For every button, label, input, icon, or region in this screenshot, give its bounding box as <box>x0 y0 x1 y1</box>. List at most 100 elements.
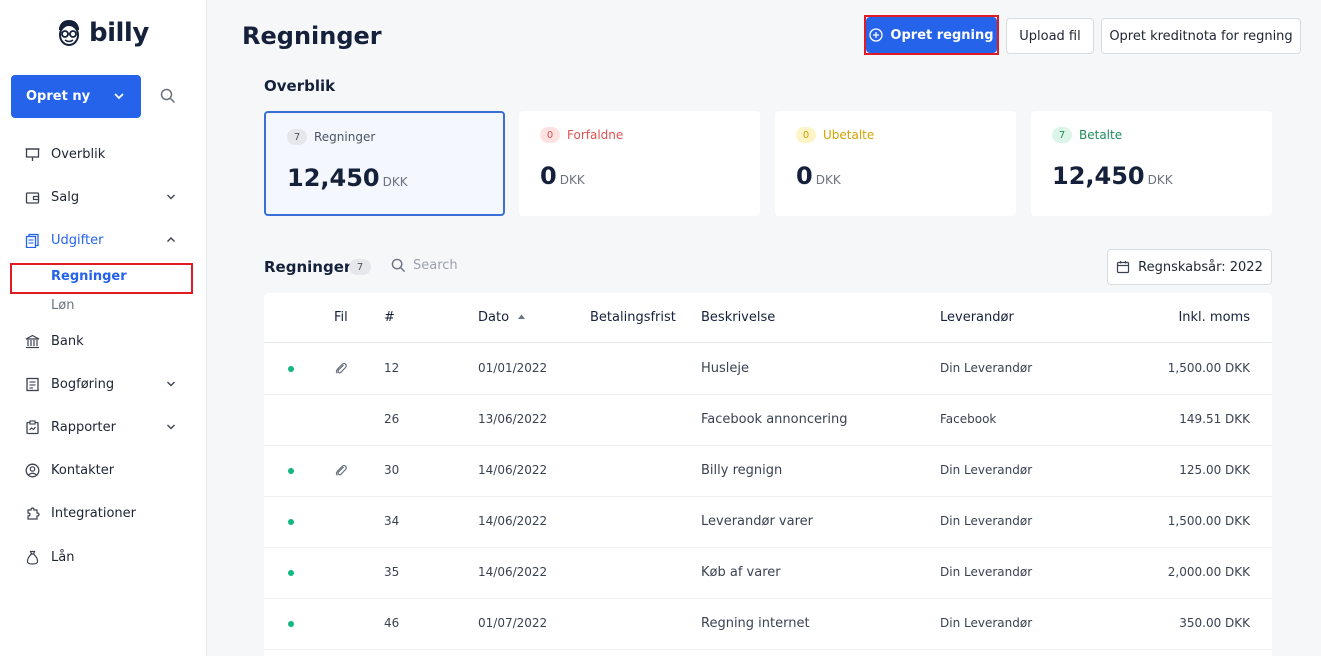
column-header-file[interactable]: Fil <box>334 310 348 325</box>
table-row[interactable]: 12 01/01/2022 Husleje Din Leverandør 1,5… <box>264 344 1272 395</box>
create-new-button[interactable]: Opret ny <box>11 75 141 118</box>
column-header-amount[interactable]: Inkl. moms <box>1178 310 1250 325</box>
upload-file-button[interactable]: Upload fil <box>1006 18 1094 54</box>
column-header-description[interactable]: Beskrivelse <box>701 310 775 325</box>
sidebar-subitem-lon[interactable]: Løn <box>51 298 74 313</box>
paid-status-dot <box>288 366 294 372</box>
sidebar-item-bank[interactable]: Bank <box>24 331 184 351</box>
chevron-up-icon <box>167 237 175 242</box>
bill-number: 30 <box>384 463 400 477</box>
wallet-icon <box>25 191 39 204</box>
page-title: Regninger <box>242 22 382 50</box>
card-value: 12,450 <box>1052 162 1145 190</box>
overview-card-paid[interactable]: 7 Betalte 12,450 DKK <box>1031 111 1272 216</box>
bill-amount: 1,500.00 DKK <box>1167 361 1250 375</box>
paid-status-dot <box>288 519 294 525</box>
card-label: Forfaldne <box>567 128 624 142</box>
money-bag-icon <box>26 550 38 565</box>
sidebar-item-label: Bank <box>51 333 84 349</box>
billy-logo[interactable]: billy <box>55 18 149 48</box>
sidebar-item-rapporter[interactable]: Rapporter <box>24 417 184 437</box>
bills-title: Regninger <box>264 258 352 276</box>
bill-supplier: Din Leverandør <box>940 616 1033 630</box>
table-row[interactable]: 26 13/06/2022 Facebook annoncering Faceb… <box>264 395 1272 446</box>
bank-icon <box>25 334 39 348</box>
overview-card-bills[interactable]: 7 Regninger 12,450 DKK <box>264 111 505 216</box>
bill-supplier: Din Leverandør <box>940 361 1033 375</box>
calendar-icon <box>1117 261 1130 274</box>
bills-table: Fil # Dato Betalingsfrist Beskrivelse Le… <box>264 293 1272 656</box>
highlight-box <box>864 15 999 55</box>
table-row[interactable]: 30 14/06/2022 Billy regnign Din Leverand… <box>264 446 1272 497</box>
sidebar: billy Opret ny Overblik Salg Udgifter Re… <box>0 0 207 656</box>
sidebar-item-label: Bogføring <box>51 376 115 392</box>
sidebar-item-udgifter[interactable]: Udgifter <box>24 230 184 250</box>
card-currency: DKK <box>815 173 841 187</box>
receipt-icon <box>25 233 39 248</box>
puzzle-icon <box>26 506 40 520</box>
bills-count-badge: 7 <box>349 259 371 275</box>
count-badge: 7 <box>287 129 307 145</box>
bill-description: Køb af varer <box>701 565 781 580</box>
column-header-number[interactable]: # <box>384 310 395 325</box>
create-credit-note-button[interactable]: Opret kreditnota for regning <box>1101 18 1301 54</box>
bill-description: Regning internet <box>701 616 810 631</box>
ledger-icon <box>25 377 39 391</box>
card-value: 0 <box>540 162 557 190</box>
card-currency: DKK <box>1147 173 1173 187</box>
bill-amount: 1,500.00 DKK <box>1167 514 1250 528</box>
paid-status-dot <box>288 570 294 576</box>
search-icon[interactable] <box>160 88 176 104</box>
chevron-down-icon <box>167 424 175 430</box>
sidebar-item-label: Rapporter <box>51 419 116 435</box>
sidebar-item-bogforing[interactable]: Bogføring <box>24 374 184 394</box>
bill-amount: 149.51 DKK <box>1179 412 1250 426</box>
paid-status-dot <box>288 468 294 474</box>
bill-description: Husleje <box>701 361 750 376</box>
table-row[interactable]: 46 01/07/2022 Regning internet Din Lever… <box>264 599 1272 650</box>
highlight-box <box>10 263 193 294</box>
card-label: Regninger <box>314 130 376 144</box>
search-input[interactable]: Search <box>413 258 458 273</box>
bill-number: 26 <box>384 412 400 426</box>
column-header-supplier[interactable]: Leverandør <box>940 310 1014 325</box>
bill-number: 12 <box>384 361 400 375</box>
card-label: Ubetalte <box>823 128 875 142</box>
count-badge: 7 <box>1052 127 1072 143</box>
bill-number: 46 <box>384 616 400 630</box>
count-badge: 0 <box>796 127 816 143</box>
bill-amount: 125.00 DKK <box>1179 463 1250 477</box>
card-value: 0 <box>796 162 813 190</box>
overview-card-overdue[interactable]: 0 Forfaldne 0 DKK <box>519 111 760 216</box>
card-currency: DKK <box>382 175 408 189</box>
fiscal-year-label: Regnskabsår: 2022 <box>1138 259 1263 275</box>
sidebar-item-overblik[interactable]: Overblik <box>24 144 184 164</box>
bills-search[interactable]: Search <box>391 258 458 273</box>
paperclip-icon[interactable] <box>334 463 348 477</box>
table-row[interactable]: 35 14/06/2022 Køb af varer Din Leverandø… <box>264 548 1272 599</box>
paid-status-dot <box>288 621 294 627</box>
column-header-date[interactable]: Dato <box>478 310 526 325</box>
overview-title: Overblik <box>264 77 336 95</box>
overview-card-unpaid[interactable]: 0 Ubetalte 0 DKK <box>775 111 1016 216</box>
logo-text: billy <box>89 18 149 48</box>
table-row[interactable]: 34 14/06/2022 Leverandør varer Din Lever… <box>264 497 1272 548</box>
bill-date: 13/06/2022 <box>478 412 548 426</box>
sidebar-item-label: Udgifter <box>51 232 104 248</box>
column-header-due-date[interactable]: Betalingsfrist <box>590 310 676 325</box>
chevron-down-icon <box>114 93 124 100</box>
sidebar-item-salg[interactable]: Salg <box>24 187 184 207</box>
sidebar-item-lan[interactable]: Lån <box>24 547 184 567</box>
bill-number: 35 <box>384 565 400 579</box>
bill-description: Billy regnign <box>701 463 783 478</box>
fiscal-year-button[interactable]: Regnskabsår: 2022 <box>1107 249 1272 285</box>
sidebar-item-label: Overblik <box>51 146 106 162</box>
bill-date: 14/06/2022 <box>478 565 548 579</box>
sidebar-item-integrationer[interactable]: Integrationer <box>24 503 184 523</box>
sidebar-item-kontakter[interactable]: Kontakter <box>24 460 184 480</box>
paperclip-icon[interactable] <box>334 361 348 375</box>
search-icon <box>391 258 406 273</box>
bill-date: 14/06/2022 <box>478 463 548 477</box>
bill-amount: 2,000.00 DKK <box>1167 565 1250 579</box>
sidebar-item-label: Salg <box>51 189 80 205</box>
